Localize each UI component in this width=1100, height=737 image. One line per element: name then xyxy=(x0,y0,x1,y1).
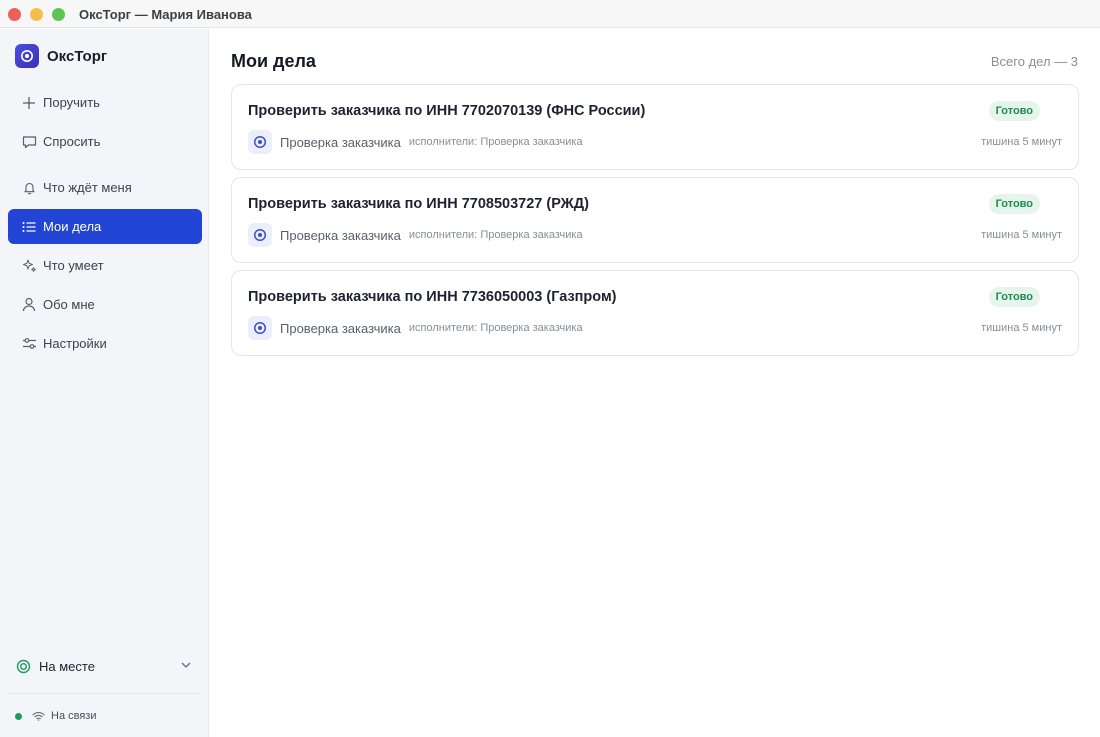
agent-icon xyxy=(248,316,272,340)
close-window-button[interactable] xyxy=(8,8,21,21)
task-count: Всего дел — 3 xyxy=(990,54,1078,69)
page-title: Мои дела xyxy=(231,51,316,71)
list-icon xyxy=(21,219,37,235)
sidebar-item-capabilities[interactable]: Что умеет xyxy=(8,248,202,283)
main-content: Мои дела Всего дел — 3 Проверить заказчи… xyxy=(209,29,1100,737)
presence-icon xyxy=(16,659,31,674)
task-card[interactable]: Проверить заказчика по ИНН 7736050003 (Г… xyxy=(231,270,1079,356)
agent-name: Проверка заказчика xyxy=(280,134,401,150)
task-meta: Проверка заказчика исполнители: Проверка… xyxy=(248,130,583,154)
quiet-time: тишина 5 минут xyxy=(981,229,1062,241)
task-title: Проверить заказчика по ИНН 7708503727 (Р… xyxy=(248,196,589,212)
connection-status: На связи xyxy=(15,709,96,723)
performers: исполнители: Проверка заказчика xyxy=(408,136,583,148)
sparkle-icon xyxy=(21,258,37,274)
chat-icon xyxy=(21,134,37,150)
sidebar-item-label: Что ждёт меня xyxy=(43,180,132,195)
sidebar-item-ask[interactable]: Спросить xyxy=(8,124,202,159)
sidebar-item-label: Настройки xyxy=(43,336,107,351)
task-title: Проверить заказчика по ИНН 7702070139 (Ф… xyxy=(248,103,646,119)
wifi-icon xyxy=(32,711,45,721)
connection-label: На связи xyxy=(51,710,97,722)
minimize-window-button[interactable] xyxy=(30,8,43,21)
agent-name: Проверка заказчика xyxy=(280,320,401,336)
performers: исполнители: Проверка заказчика xyxy=(408,229,583,241)
quiet-time: тишина 5 минут xyxy=(981,136,1062,148)
sidebar-item-label: Обо мне xyxy=(43,297,95,312)
sidebar-item-waiting-for-me[interactable]: Что ждёт меня xyxy=(8,170,202,205)
zoom-window-button[interactable] xyxy=(52,8,65,21)
chevron-down-icon xyxy=(180,659,192,674)
sidebar-item-label: Поручить xyxy=(43,95,100,110)
brand-logo-icon xyxy=(15,44,39,68)
agent-name: Проверка заказчика xyxy=(280,227,401,243)
sidebar-item-settings[interactable]: Настройки xyxy=(8,326,202,361)
presence-selector[interactable]: На месте xyxy=(8,651,202,681)
status-badge: Готово xyxy=(988,194,1040,214)
sidebar-divider xyxy=(8,693,200,694)
status-badge: Готово xyxy=(988,101,1040,121)
status-badge: Готово xyxy=(988,287,1040,307)
sidebar-item-label: Мои дела xyxy=(43,219,102,234)
task-meta: Проверка заказчика исполнители: Проверка… xyxy=(248,316,583,340)
presence-label: На месте xyxy=(39,658,95,674)
agent-icon xyxy=(248,223,272,247)
window-title: ОксТорг — Мария Иванова xyxy=(79,7,252,22)
sliders-icon xyxy=(21,336,37,352)
performers: исполнители: Проверка заказчика xyxy=(408,322,583,334)
brand-name: ОксТорг xyxy=(47,47,108,65)
agent-icon xyxy=(248,130,272,154)
sidebar-item-label: Спросить xyxy=(43,134,101,149)
user-icon xyxy=(21,297,37,313)
sidebar-item-my-tasks[interactable]: Мои дела xyxy=(8,209,202,244)
task-meta: Проверка заказчика исполнители: Проверка… xyxy=(248,223,583,247)
connection-status-dot xyxy=(15,712,22,720)
plus-icon xyxy=(21,95,37,111)
sidebar-item-label: Что умеет xyxy=(43,258,104,273)
bell-icon xyxy=(21,180,37,196)
sidebar-item-about-me[interactable]: Обо мне xyxy=(8,287,202,322)
sidebar: ОксТорг Поручить Спросить Что ждёт меня xyxy=(0,29,209,737)
brand[interactable]: ОксТорг xyxy=(15,44,107,68)
task-card[interactable]: Проверить заказчика по ИНН 7702070139 (Ф… xyxy=(231,84,1079,170)
quiet-time: тишина 5 минут xyxy=(981,322,1062,334)
app-window: ОксТорг — Мария Иванова ОксТорг Поручить… xyxy=(0,0,1100,737)
title-bar: ОксТорг — Мария Иванова xyxy=(0,0,1100,28)
sidebar-item-delegate[interactable]: Поручить xyxy=(8,85,202,120)
task-title: Проверить заказчика по ИНН 7736050003 (Г… xyxy=(248,289,617,305)
task-card[interactable]: Проверить заказчика по ИНН 7708503727 (Р… xyxy=(231,177,1079,263)
